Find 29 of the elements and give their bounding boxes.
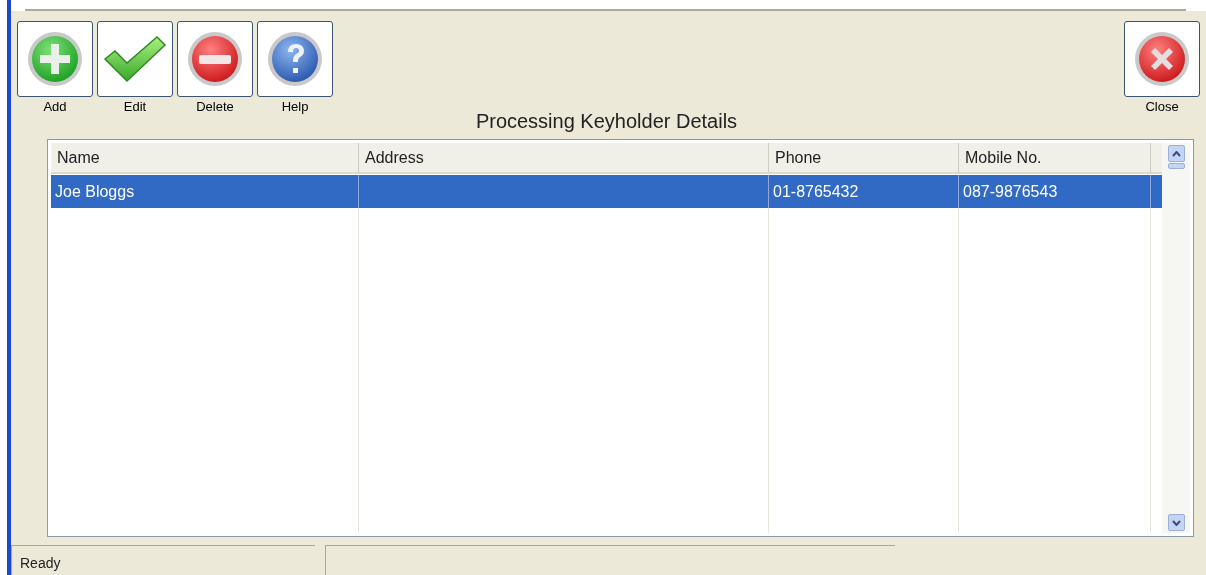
- plus-icon: [26, 30, 84, 88]
- table-cell-text: Joe Bloggs: [55, 181, 135, 202]
- column-header[interactable]: Mobile No.: [959, 143, 1151, 172]
- page-title: Processing Keyholder Details: [474, 109, 739, 133]
- scrollbar[interactable]: [1162, 143, 1190, 533]
- scroll-down-icon[interactable]: [1167, 514, 1185, 531]
- column-header[interactable]: Address: [359, 143, 769, 172]
- button-label: Close: [1145, 99, 1179, 115]
- scroll-up-icon[interactable]: [1167, 145, 1185, 162]
- minus-icon: [186, 30, 244, 88]
- column-header[interactable]: Phone: [769, 143, 959, 172]
- checkmark-icon: [103, 35, 167, 83]
- button-label: Delete: [196, 99, 234, 115]
- status-panel: Ready: [11, 545, 315, 575]
- help-icon: [266, 30, 324, 88]
- button-label: Add: [43, 99, 67, 115]
- button-label: Edit: [123, 99, 147, 115]
- delete-button[interactable]: [177, 21, 253, 97]
- column-header[interactable]: Name: [51, 143, 359, 172]
- table-row[interactable]: Joe Bloggs 01-8765432 087-9876543: [51, 175, 1162, 208]
- scroll-thumb[interactable]: [1167, 163, 1185, 169]
- close-button[interactable]: [1124, 21, 1200, 97]
- button-label: Help: [281, 99, 309, 115]
- add-button[interactable]: [17, 21, 93, 97]
- table-cell-text: 01-8765432: [773, 181, 859, 202]
- edit-button[interactable]: [97, 21, 173, 97]
- close-icon: [1133, 30, 1191, 88]
- help-button[interactable]: [257, 21, 333, 97]
- table-cell-text: 087-9876543: [963, 181, 1058, 202]
